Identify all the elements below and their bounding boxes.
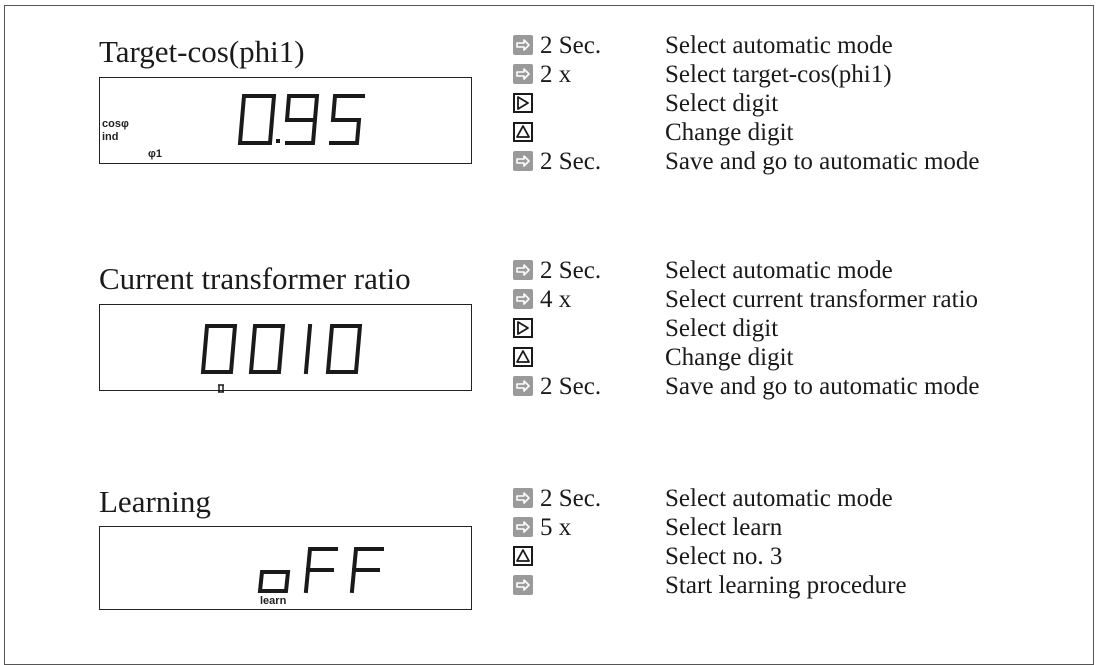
step-row: Select digit bbox=[513, 89, 1073, 119]
step-row: Change digit bbox=[513, 343, 1073, 373]
arrow-key-icon bbox=[513, 289, 533, 309]
arrow-key-icon bbox=[513, 488, 533, 508]
arrow-key-icon bbox=[513, 376, 533, 396]
step-desc: Save and go to automatic mode bbox=[665, 148, 980, 175]
step-desc: Select learn bbox=[665, 514, 783, 541]
step-desc: Save and go to automatic mode bbox=[665, 373, 980, 400]
step-row: 2 Sec. Select automatic mode bbox=[513, 484, 1073, 514]
step-row: Change digit bbox=[513, 118, 1073, 148]
up-triangle-key-icon bbox=[513, 122, 533, 142]
step-row: Start learning procedure bbox=[513, 571, 1073, 601]
step-desc: Select current transformer ratio bbox=[665, 286, 979, 313]
lcd-decimal-point bbox=[276, 139, 280, 143]
lcd-digit-9 bbox=[284, 94, 320, 145]
step-desc: Select automatic mode bbox=[665, 257, 893, 284]
step-row: 2 Sec. Save and go to automatic mode bbox=[513, 372, 1073, 402]
step-row: Select no. 3 bbox=[513, 542, 1073, 572]
step-desc: Select automatic mode bbox=[665, 32, 893, 59]
arrow-key-icon bbox=[513, 575, 533, 595]
step-qty: 2 Sec. bbox=[540, 373, 602, 400]
lcd-digit-1 bbox=[303, 323, 313, 375]
lcd-digit-0 bbox=[248, 324, 286, 374]
lcd-digit-0 bbox=[325, 324, 363, 374]
right-triangle-key-icon bbox=[513, 318, 533, 338]
lcd-digits-0-95 bbox=[237, 94, 365, 145]
section-title: Learning bbox=[99, 484, 211, 519]
step-desc: Change digit bbox=[665, 119, 794, 146]
step-row: 5 x Select learn bbox=[513, 513, 1073, 543]
step-desc: Start learning procedure bbox=[665, 572, 907, 599]
lcd-digit-o bbox=[257, 570, 291, 593]
lcd-tag-learn: learn bbox=[260, 595, 287, 607]
lcd-display-ct-ratio bbox=[99, 304, 472, 393]
lcd-display-learning: learn bbox=[99, 526, 472, 610]
lcd-digit-F bbox=[349, 547, 384, 594]
step-row: Select digit bbox=[513, 314, 1073, 344]
lcd-digit-0 bbox=[200, 324, 238, 374]
arrow-key-icon bbox=[513, 64, 533, 84]
lcd-digit-5 bbox=[329, 94, 365, 145]
step-row: 2 Sec. Select automatic mode bbox=[513, 31, 1073, 61]
right-triangle-key-icon bbox=[513, 93, 533, 113]
section-title: Current transformer ratio bbox=[99, 261, 411, 296]
lcd-tag-phi1: φ1 bbox=[148, 148, 162, 160]
arrow-key-icon bbox=[513, 35, 533, 55]
seven-segment-readout bbox=[200, 323, 363, 393]
lcd-digits-off bbox=[257, 547, 384, 594]
lcd-tag-cosphi: cosφ bbox=[102, 118, 129, 130]
seven-segment-readout bbox=[257, 547, 384, 594]
arrow-key-icon bbox=[513, 151, 533, 171]
up-triangle-key-icon bbox=[513, 347, 533, 367]
step-qty: 2 Sec. bbox=[540, 32, 602, 59]
step-desc: Select automatic mode bbox=[665, 485, 893, 512]
step-desc: Select digit bbox=[665, 90, 779, 117]
arrow-key-icon bbox=[513, 260, 533, 280]
lcd-digits-0010 bbox=[200, 323, 363, 375]
step-desc: Select no. 3 bbox=[665, 543, 783, 570]
step-qty: 5 x bbox=[540, 514, 572, 541]
lcd-tag-ind: ind bbox=[102, 131, 119, 143]
step-row: 2 Sec. Save and go to automatic mode bbox=[513, 147, 1073, 177]
step-qty: 4 x bbox=[540, 286, 572, 313]
step-row: 2 Sec. Select automatic mode bbox=[513, 256, 1073, 286]
up-triangle-key-icon bbox=[513, 546, 533, 566]
lcd-digit-F bbox=[303, 547, 338, 594]
step-qty: 2 Sec. bbox=[540, 148, 602, 175]
step-qty: 2 x bbox=[540, 61, 572, 88]
ct-marker-icon bbox=[218, 384, 224, 393]
step-qty: 2 Sec. bbox=[540, 485, 602, 512]
section-title: Target-cos(phi1) bbox=[99, 34, 305, 69]
step-row: 2 x Select target-cos(phi1) bbox=[513, 60, 1073, 90]
lcd-digit-0 bbox=[237, 94, 277, 145]
step-qty: 2 Sec. bbox=[540, 257, 602, 284]
lcd-display-target-cos: cosφ ind φ1 bbox=[99, 77, 472, 164]
step-row: 4 x Select current transformer ratio bbox=[513, 285, 1073, 315]
step-desc: Select target-cos(phi1) bbox=[665, 61, 892, 88]
step-desc: Change digit bbox=[665, 344, 794, 371]
step-desc: Select digit bbox=[665, 315, 779, 342]
arrow-key-icon bbox=[513, 517, 533, 537]
